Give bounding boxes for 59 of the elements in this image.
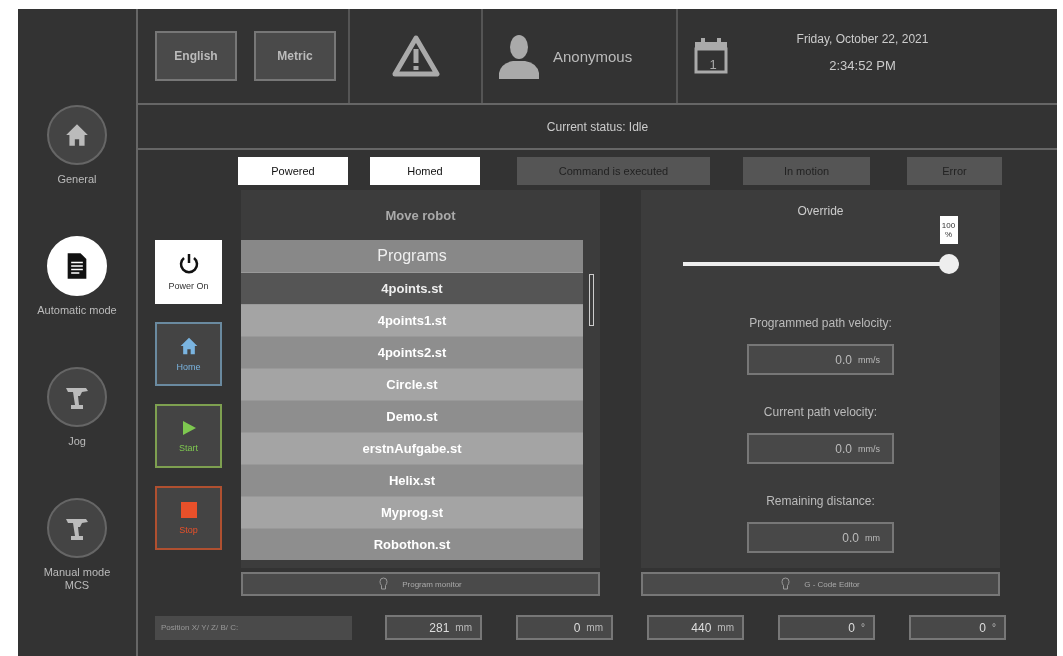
readout-label: Current path velocity: <box>763 405 878 419</box>
nav-label: Jog <box>67 435 87 448</box>
control-button[interactable]: Power On <box>155 240 222 304</box>
panel-title: Move robot <box>384 206 457 225</box>
readout-field: 0.0 mm/s <box>747 344 894 375</box>
status-indicator: Powered <box>238 157 348 185</box>
readout-field: 0.0 mm <box>747 522 894 553</box>
calendar-icon <box>694 38 728 74</box>
program-item[interactable]: Helix.st <box>241 464 583 496</box>
nav-label: Automatic mode <box>36 304 118 317</box>
document-icon <box>66 252 88 280</box>
language-button[interactable]: English <box>155 31 237 81</box>
stop-icon <box>179 501 198 519</box>
program-monitor-button[interactable]: Program monitor <box>241 572 600 596</box>
date-text: Friday, October 22, 2021 <box>796 31 929 46</box>
program-item[interactable]: Demo.st <box>241 400 583 432</box>
program-item[interactable]: 4points.st <box>241 272 583 304</box>
control-button[interactable]: Home <box>155 322 222 386</box>
position-field: 281 mm <box>385 615 482 640</box>
program-item[interactable]: Circle.st <box>241 368 583 400</box>
program-item[interactable]: Myprog.st <box>241 496 583 528</box>
bulb-icon <box>379 577 389 591</box>
position-field: 0 ° <box>909 615 1006 640</box>
units-button[interactable]: Metric <box>254 31 336 81</box>
gcode-editor-button[interactable]: G - Code Editor <box>641 572 1000 596</box>
readout-label: Remaining distance: <box>766 494 875 508</box>
readout-label: Programmed path velocity: <box>749 316 892 330</box>
position-field: 440 mm <box>647 615 744 640</box>
time-text: 2:34:52 PM <box>829 57 896 73</box>
readout-field: 0.0 mm/s <box>747 433 894 464</box>
nav-label: Manual mode MCS <box>42 566 112 592</box>
warning-icon[interactable] <box>391 35 440 77</box>
scrollbar-thumb[interactable] <box>589 274 594 326</box>
status-text: Current status: Idle <box>546 119 649 134</box>
program-item[interactable]: 4points1.st <box>241 304 583 336</box>
nav-label: General <box>56 173 98 186</box>
user-name: Anonymous <box>553 47 633 65</box>
control-button[interactable]: Stop <box>155 486 222 550</box>
slider-thumb[interactable] <box>938 254 959 274</box>
nav-button[interactable] <box>47 498 107 558</box>
nav-button[interactable] <box>47 105 107 165</box>
power-icon <box>177 253 200 275</box>
position-field: 0 ° <box>778 615 875 640</box>
program-item[interactable]: erstnAufgabe.st <box>241 432 583 464</box>
calendar-day: 1 <box>707 57 719 72</box>
house-icon <box>64 122 90 148</box>
override-slider[interactable] <box>682 254 959 274</box>
override-label: Override <box>797 204 844 218</box>
bulb-icon <box>781 577 791 591</box>
program-item[interactable]: 4points2.st <box>241 336 583 368</box>
nav-button[interactable] <box>47 367 107 427</box>
value-tooltip: 100 % <box>939 216 958 244</box>
user-icon[interactable] <box>497 33 541 79</box>
house-icon <box>178 336 199 356</box>
position-field: 0 mm <box>516 615 613 640</box>
program-item[interactable]: Robothon.st <box>241 528 583 560</box>
control-button[interactable]: Start <box>155 404 222 468</box>
status-indicator: Homed <box>370 157 480 185</box>
list-header: Programs <box>241 240 583 272</box>
